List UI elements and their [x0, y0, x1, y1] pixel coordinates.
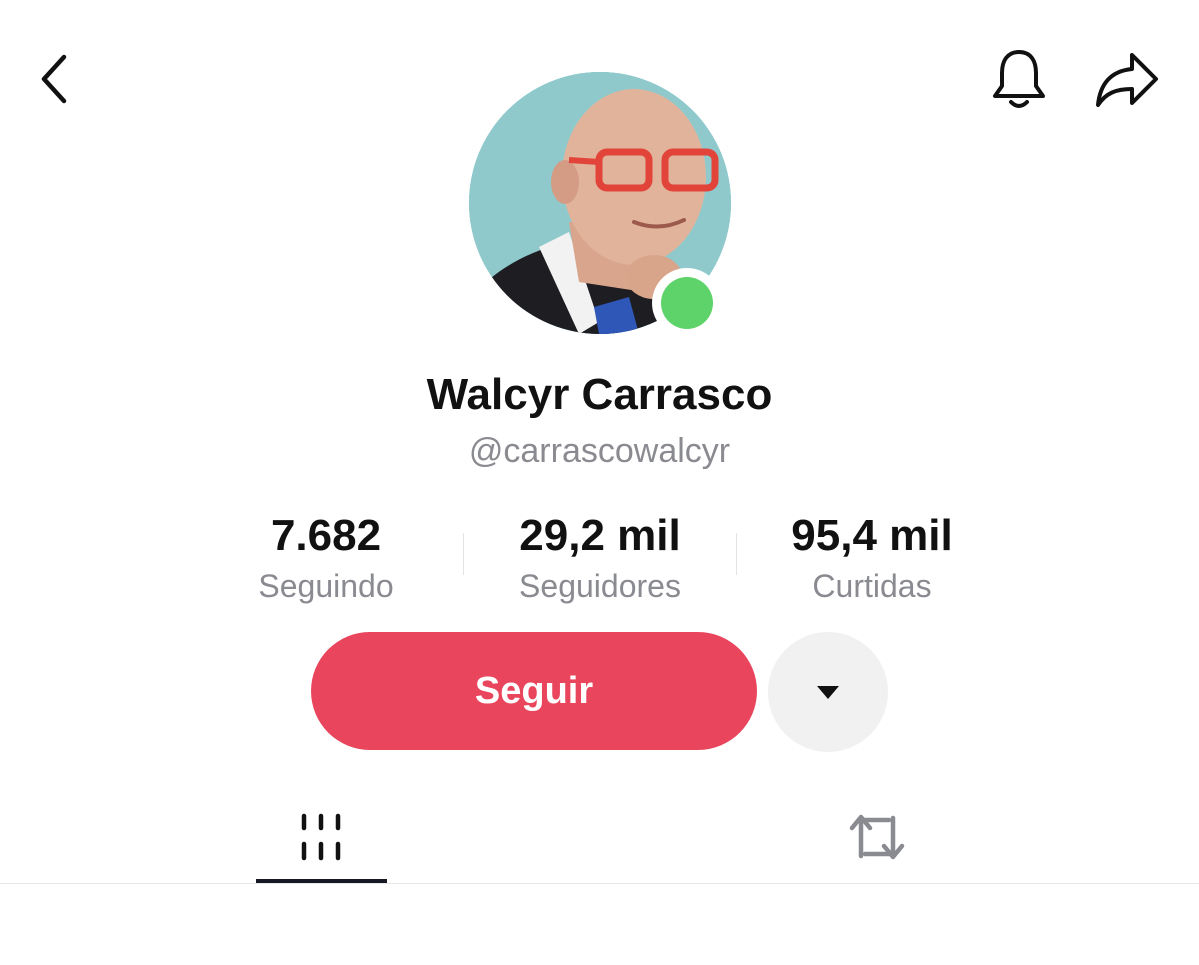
tabs-divider [0, 883, 1199, 884]
share-button[interactable] [1090, 42, 1164, 116]
likes-count: 95,4 mil [791, 511, 953, 560]
stat-divider [463, 533, 464, 575]
share-arrow-icon [1096, 53, 1158, 107]
follow-button[interactable]: Seguir [311, 632, 757, 750]
profile-name: Walcyr Carrasco [426, 370, 773, 419]
stat-divider [736, 533, 737, 575]
tab-videos[interactable] [256, 790, 386, 884]
more-options-button[interactable] [768, 632, 888, 752]
tab-reposts[interactable] [812, 790, 942, 884]
following-label: Seguindo [258, 568, 394, 604]
profile-handle: @carrascowalcyr [468, 432, 731, 470]
grid-bars-icon [301, 813, 341, 861]
followers-label: Seguidores [519, 568, 681, 604]
notification-button[interactable] [984, 42, 1054, 116]
back-button[interactable] [24, 44, 84, 114]
stat-likes[interactable]: 95,4 mil Curtidas [752, 510, 992, 608]
likes-label: Curtidas [812, 568, 932, 604]
caret-down-icon [817, 686, 839, 699]
repost-icon [849, 814, 905, 860]
stat-following[interactable]: 7.682 Seguindo [220, 510, 432, 608]
bell-icon [993, 50, 1045, 108]
chevron-left-icon [41, 54, 67, 104]
followers-count: 29,2 mil [519, 511, 681, 560]
following-count: 7.682 [270, 511, 382, 560]
online-status-indicator [652, 268, 722, 338]
stat-followers[interactable]: 29,2 mil Seguidores [470, 510, 730, 608]
